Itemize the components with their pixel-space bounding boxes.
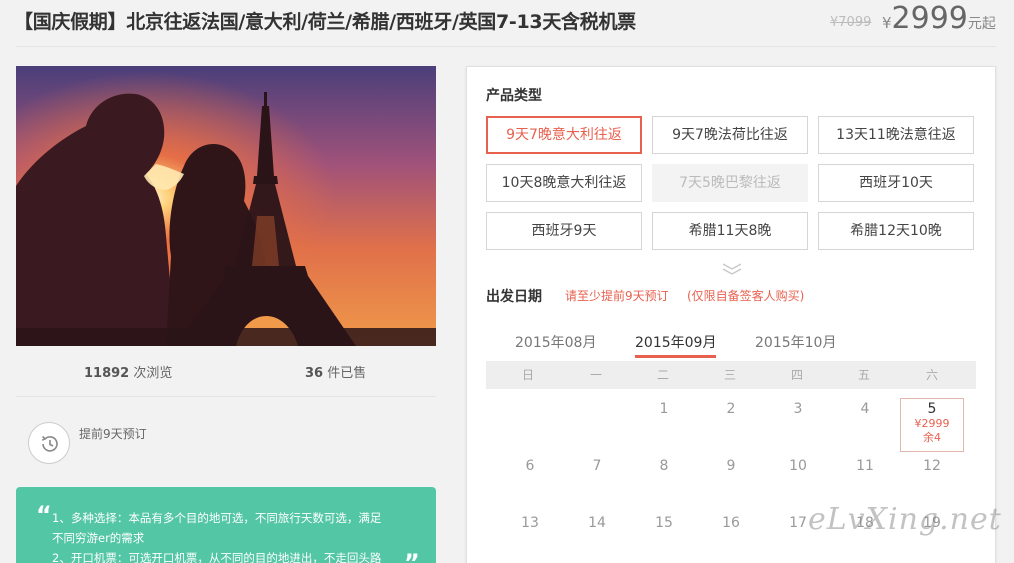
departure-date-label: 出发日期	[486, 289, 542, 305]
title-row: 【国庆假期】北京往返法国/意大利/荷兰/希腊/西班牙/英国7-13天含税机票 ¥…	[0, 0, 1014, 46]
calendar-day: 2	[726, 401, 736, 417]
title-divider	[16, 46, 996, 47]
price-suffix: 元起	[967, 16, 996, 32]
views-stat: 11892 次浏览	[84, 362, 172, 381]
history-clock-icon	[28, 422, 70, 464]
product-option-8[interactable]: 希腊11天8晚	[652, 212, 808, 250]
advance-notice: 请至少提前9天预订	[565, 289, 669, 303]
calendar-day: 3	[793, 401, 803, 417]
calendar-day: 16	[722, 515, 740, 531]
calendar-day: 8	[659, 458, 669, 474]
feature-line-2: 2、开口机票：可选开口机票，从不同的目的地进出，不走回头路	[52, 551, 382, 563]
double-chevron-down-icon[interactable]	[721, 261, 743, 280]
calendar-day: 14	[588, 515, 606, 531]
views-count: 11892	[84, 366, 130, 381]
feature-line-1: 1、多种选择：本品有多个目的地可选，不同旅行天数可选，满足不同穷游er的需求	[52, 511, 382, 545]
product-type-label: 产品类型	[486, 88, 542, 104]
currency-symbol: ¥	[882, 14, 892, 32]
views-label: 次浏览	[133, 366, 173, 381]
stats-divider	[16, 396, 436, 397]
calendar-day: 13	[521, 515, 539, 531]
weekday-mon: 一	[589, 368, 602, 382]
calendar-day: 1	[659, 401, 669, 417]
booking-panel: 产品类型 9天7晚意大利往返 9天7晚法荷比往返 13天11晚法意往返 10天8…	[466, 66, 996, 563]
product-option-7[interactable]: 西班牙9天	[486, 212, 642, 250]
product-option-2[interactable]: 9天7晚法荷比往返	[652, 116, 808, 154]
open-quote-icon: “	[36, 501, 52, 529]
product-option-9[interactable]: 希腊12天10晚	[818, 212, 974, 250]
month-tab-aug[interactable]: 2015年08月	[515, 332, 596, 358]
available-day-price: ¥2999	[914, 417, 950, 430]
weekday-tue: 二	[656, 368, 669, 382]
weekday-header: 日 一 二 三 四 五 六	[486, 361, 976, 389]
current-price: ¥2999元起	[882, 1, 996, 36]
calendar-day-available[interactable]: 5 ¥2999 余4	[900, 398, 964, 452]
feature-text: 1、多种选择：本品有多个目的地可选，不同旅行天数可选，满足不同穷游er的需求 2…	[52, 508, 392, 563]
sold-stat: 36 件已售	[305, 362, 366, 381]
product-option-1[interactable]: 9天7晚意大利往返	[486, 116, 642, 154]
couple-eiffel-photo	[16, 66, 436, 346]
month-tab-sep[interactable]: 2015年09月	[635, 332, 717, 358]
feature-highlights: “ 1、多种选择：本品有多个目的地可选，不同旅行天数可选，满足不同穷游er的需求…	[16, 487, 436, 563]
price-amount: 2999	[891, 1, 968, 36]
calendar-day: 9	[726, 458, 736, 474]
sold-label: 件已售	[327, 366, 367, 381]
calendar-day: 15	[655, 515, 673, 531]
weekday-fri: 五	[857, 368, 870, 382]
sold-count: 36	[305, 366, 324, 381]
product-photo	[16, 66, 436, 346]
available-day-number: 5	[927, 401, 937, 417]
product-option-3[interactable]: 13天11晚法意往返	[818, 116, 974, 154]
product-option-5: 7天5晚巴黎往返	[652, 164, 808, 202]
available-day-stock: 余4	[923, 431, 941, 444]
calendar-day: 6	[525, 458, 535, 474]
calendar-day: 4	[860, 401, 870, 417]
weekday-sat: 六	[925, 368, 938, 382]
product-option-4[interactable]: 10天8晚意大利往返	[486, 164, 642, 202]
advance-booking-info: 提前9天预订	[28, 422, 228, 466]
close-quote-icon: ”	[404, 549, 420, 563]
advance-booking-text: 提前9天预订	[79, 427, 147, 441]
weekday-wed: 三	[723, 368, 736, 382]
calendar-day: 7	[592, 458, 602, 474]
product-page: 【国庆假期】北京往返法国/意大利/荷兰/希腊/西班牙/英国7-13天含税机票 ¥…	[0, 0, 1014, 563]
product-title: 【国庆假期】北京往返法国/意大利/荷兰/希腊/西班牙/英国7-13天含税机票	[14, 11, 636, 33]
month-tab-oct[interactable]: 2015年10月	[755, 332, 836, 358]
weekday-thu: 四	[790, 368, 803, 382]
product-stats: 11892 次浏览 36 件已售	[16, 362, 436, 386]
visa-notice: (仅限自备签客人购买)	[687, 289, 805, 303]
site-watermark: eLvXing.net	[808, 502, 1002, 537]
product-option-6[interactable]: 西班牙10天	[818, 164, 974, 202]
original-price: ¥7099	[830, 15, 872, 30]
weekday-sun: 日	[521, 368, 534, 382]
